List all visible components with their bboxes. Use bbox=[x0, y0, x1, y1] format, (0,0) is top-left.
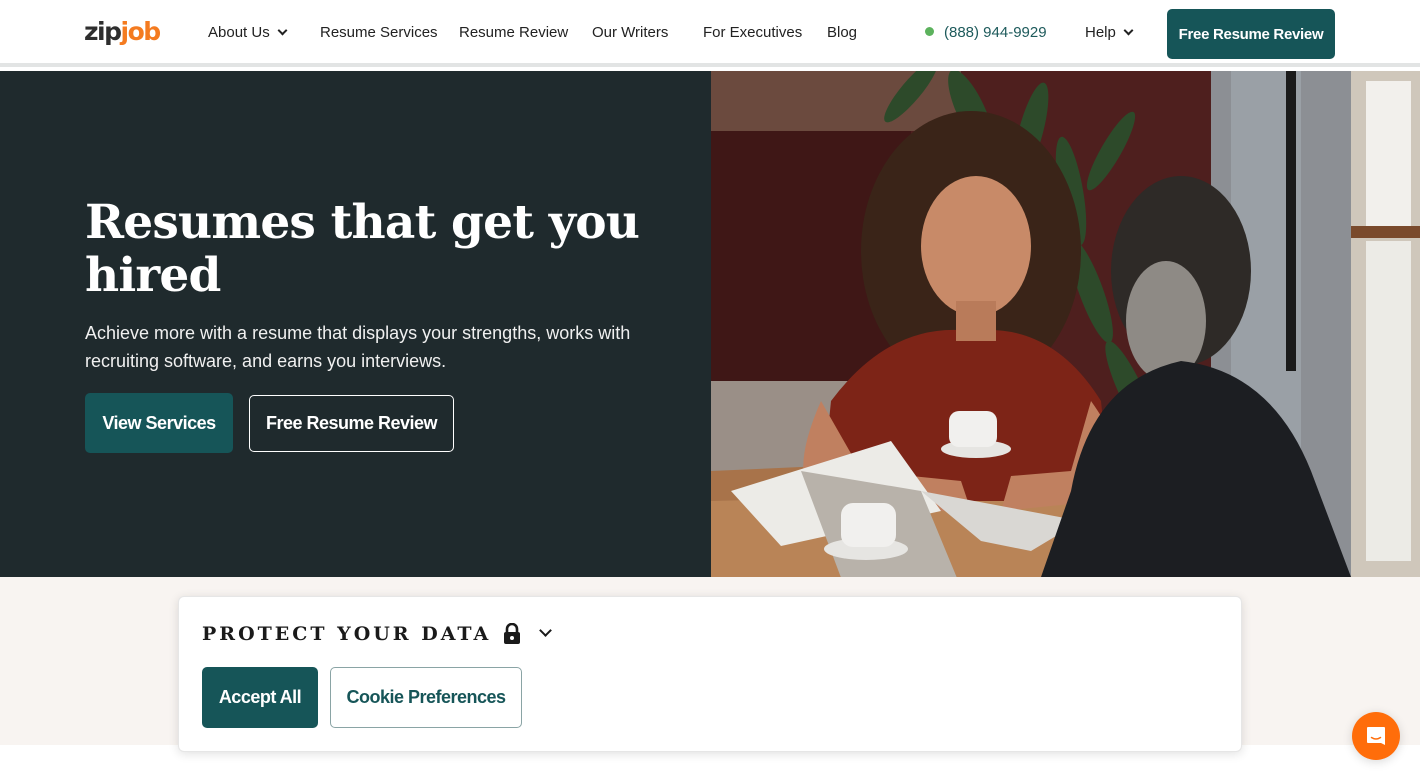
cookie-consent-banner: PROTECT YOUR DATA Accept All Cookie Pref… bbox=[178, 596, 1242, 752]
hero-free-resume-review-button[interactable]: Free Resume Review bbox=[249, 395, 454, 452]
hero-photo bbox=[711, 71, 1420, 577]
phone-link[interactable]: (888) 944-9929 bbox=[925, 22, 1047, 44]
hero-photo-illustration bbox=[711, 71, 1420, 577]
chevron-down-icon bbox=[277, 25, 288, 36]
nav-item-help[interactable]: Help bbox=[1085, 22, 1134, 44]
view-services-button[interactable]: View Services bbox=[85, 393, 233, 453]
hero-subtitle: Achieve more with a resume that displays… bbox=[85, 323, 631, 371]
chevron-down-icon[interactable] bbox=[539, 623, 553, 637]
phone-number: (888) 944-9929 bbox=[944, 24, 1047, 41]
nav-item-about-us[interactable]: About Us bbox=[208, 22, 288, 44]
nav-item-for-executives[interactable]: For Executives bbox=[703, 22, 802, 44]
chat-smile-icon bbox=[1367, 727, 1385, 745]
nav-item-our-writers[interactable]: Our Writers bbox=[592, 22, 668, 44]
header-free-resume-review-button[interactable]: Free Resume Review bbox=[1167, 9, 1335, 59]
cookie-preferences-button[interactable]: Cookie Preferences bbox=[330, 667, 522, 728]
site-header: zipjob About Us Resume Services Resume R… bbox=[0, 0, 1420, 67]
nav-item-blog[interactable]: Blog bbox=[827, 22, 857, 44]
cookie-banner-title: PROTECT YOUR DATA bbox=[202, 623, 492, 645]
hero-section: Resumes that get you hired Achieve more … bbox=[0, 71, 1420, 577]
accept-all-button[interactable]: Accept All bbox=[202, 667, 318, 728]
lock-icon bbox=[504, 623, 521, 644]
online-status-dot-icon bbox=[925, 27, 934, 36]
hero-title: Resumes that get you hired bbox=[85, 195, 640, 303]
logo-part-job: job bbox=[120, 17, 162, 46]
nav-item-resume-services[interactable]: Resume Services bbox=[320, 22, 438, 44]
chevron-down-icon bbox=[1123, 25, 1134, 36]
logo-part-zip: zip bbox=[84, 17, 122, 46]
chat-launcher-button[interactable] bbox=[1352, 712, 1400, 760]
nav-item-label: Help bbox=[1085, 24, 1116, 41]
nav-item-label: About Us bbox=[208, 24, 270, 41]
cookie-banner-header[interactable]: PROTECT YOUR DATA bbox=[202, 623, 553, 645]
zipjob-logo[interactable]: zipjob bbox=[84, 17, 162, 47]
nav-item-resume-review[interactable]: Resume Review bbox=[459, 22, 568, 44]
